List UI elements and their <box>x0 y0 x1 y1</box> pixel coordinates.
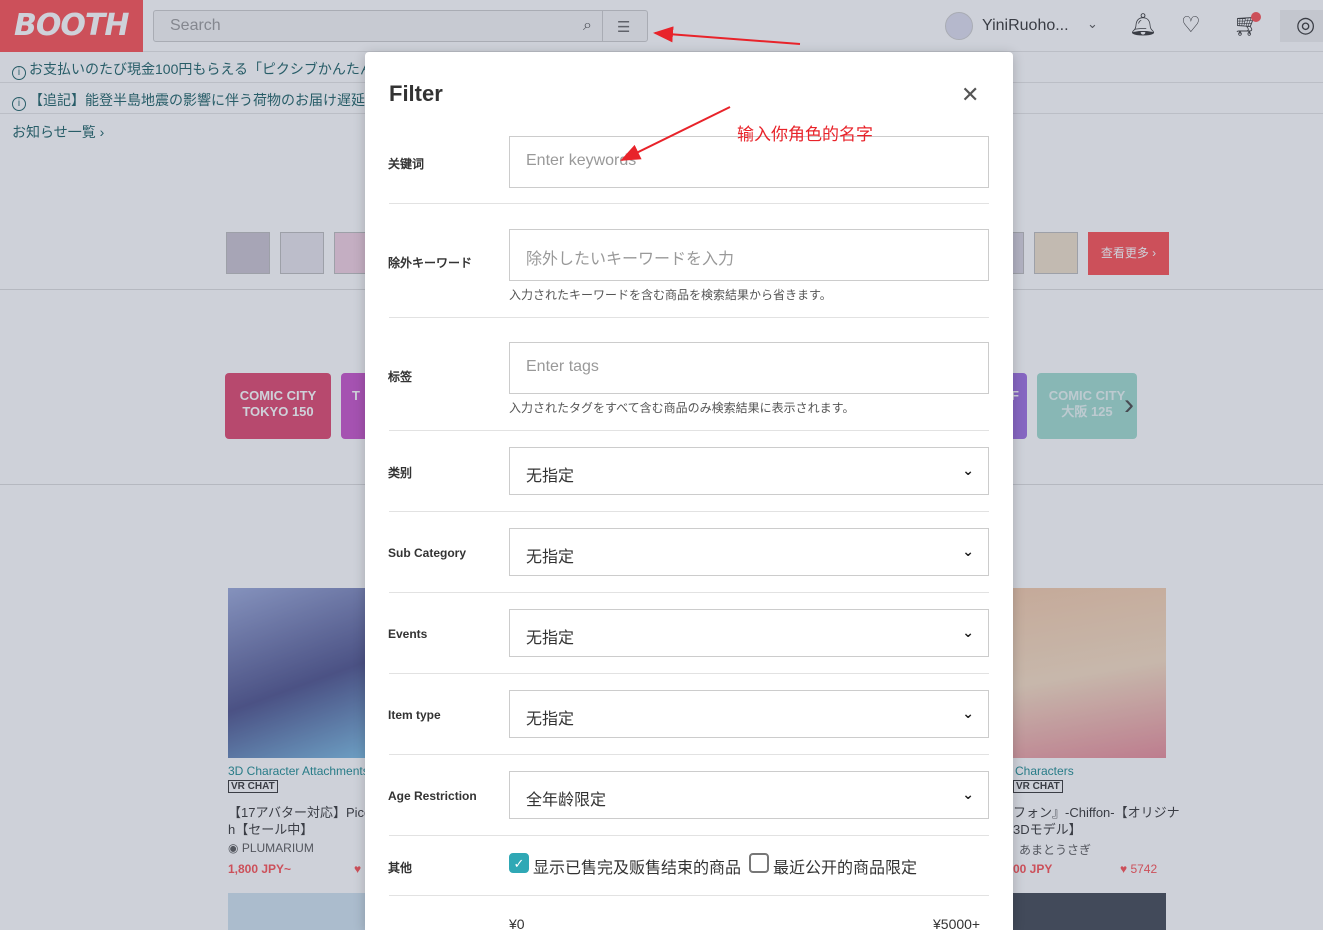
select-value: 无指定 <box>526 630 575 647</box>
exclude-keyword-help: 入力されたキーワードを含む商品を検索結果から省きます。 <box>509 288 832 302</box>
exclude-keyword-placeholder: 除外したいキーワードを入力 <box>526 251 735 268</box>
recent-checkbox[interactable] <box>749 853 769 873</box>
select-value: 全年龄限定 <box>526 792 607 809</box>
chevron-down-icon: ⌄ <box>962 462 974 478</box>
exclude-keyword-input[interactable]: 除外したいキーワードを入力 <box>509 229 989 281</box>
tags-input[interactable]: Enter tags <box>509 342 989 394</box>
tags-placeholder: Enter tags <box>526 358 599 375</box>
price-max: ¥5000+ <box>933 916 981 930</box>
sub-category-select[interactable]: 无指定 ⌄ <box>509 528 989 576</box>
divider <box>389 317 989 318</box>
divider <box>389 203 989 204</box>
select-value: 无指定 <box>526 549 575 566</box>
divider <box>389 835 989 836</box>
category-select[interactable]: 无指定 ⌄ <box>509 447 989 495</box>
divider <box>389 511 989 512</box>
close-icon[interactable]: ✕ <box>961 82 979 108</box>
events-select[interactable]: 无指定 ⌄ <box>509 609 989 657</box>
sold-out-label[interactable]: 显示已售完及贩售结束的商品 <box>533 854 741 878</box>
tags-help: 入力されたタグをすべて含む商品のみ検索結果に表示されます。 <box>509 401 855 415</box>
chevron-down-icon: ⌄ <box>962 624 974 640</box>
divider <box>389 673 989 674</box>
chevron-down-icon: ⌄ <box>962 705 974 721</box>
filter-modal: Filter ✕ 关键词 Enter keywords 除外キーワード 除外した… <box>365 52 1013 930</box>
annotation-text: 输入你角色的名字 <box>737 125 873 144</box>
events-label: Events <box>388 627 428 641</box>
divider <box>389 592 989 593</box>
tags-label: 标签 <box>388 370 413 384</box>
sub-category-label: Sub Category <box>388 546 467 560</box>
divider <box>389 754 989 755</box>
item-type-label: Item type <box>388 708 441 722</box>
keyword-label: 关键词 <box>388 157 425 171</box>
keyword-placeholder: Enter keywords <box>526 152 637 169</box>
age-restriction-label: Age Restriction <box>388 789 477 803</box>
recent-label[interactable]: 最近公开的商品限定 <box>773 854 917 878</box>
item-type-select[interactable]: 无指定 ⌄ <box>509 690 989 738</box>
price-min: ¥0 <box>509 916 525 930</box>
modal-title: Filter <box>389 81 443 106</box>
chevron-down-icon: ⌄ <box>962 543 974 559</box>
other-label: 其他 <box>388 861 413 875</box>
divider <box>389 430 989 431</box>
exclude-keyword-label: 除外キーワード <box>388 256 473 270</box>
select-value: 无指定 <box>526 711 575 728</box>
age-restriction-select[interactable]: 全年龄限定 ⌄ <box>509 771 989 819</box>
divider <box>389 895 989 896</box>
category-label: 类别 <box>388 466 413 480</box>
chevron-down-icon: ⌄ <box>962 786 974 802</box>
sold-out-checkbox[interactable]: ✓ <box>509 853 529 873</box>
select-value: 无指定 <box>526 468 575 485</box>
